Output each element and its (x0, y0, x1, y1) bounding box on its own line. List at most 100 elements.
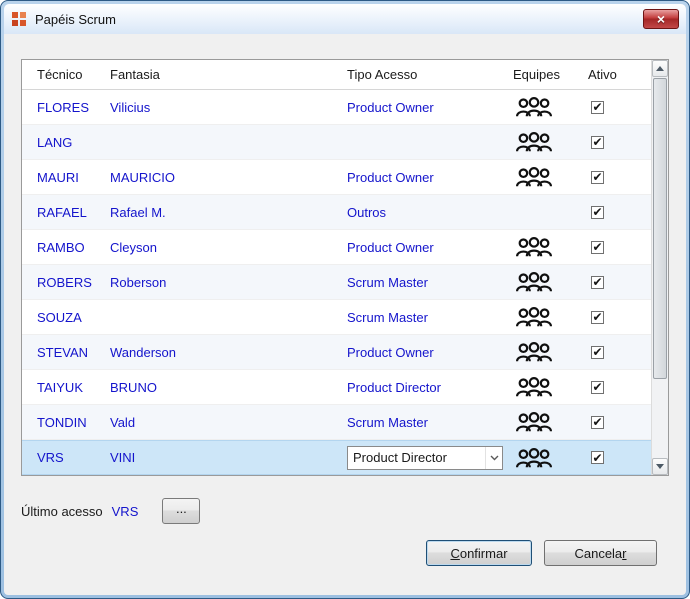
team-icon[interactable] (515, 236, 553, 258)
team-icon[interactable] (515, 166, 553, 188)
team-icon[interactable] (515, 131, 553, 153)
scrollbar-track[interactable] (652, 77, 668, 458)
ativo-checkbox[interactable]: ✔ (591, 241, 604, 254)
cell-equipes (507, 131, 585, 153)
cell-tipo-acesso: Scrum Master (347, 415, 507, 430)
cell-tecnico: MAURI (22, 170, 110, 185)
cell-tecnico: VRS (22, 450, 110, 465)
column-header-ativo[interactable]: Ativo (585, 67, 651, 82)
vertical-scrollbar[interactable] (651, 60, 668, 475)
cell-tipo-acesso: Product Owner (347, 240, 507, 255)
ativo-checkbox[interactable]: ✔ (591, 101, 604, 114)
team-icon[interactable] (515, 306, 553, 328)
ativo-checkbox[interactable]: ✔ (591, 346, 604, 359)
cell-equipes (507, 96, 585, 118)
team-icon[interactable] (515, 411, 553, 433)
cell-tecnico: RAMBO (22, 240, 110, 255)
table-row[interactable]: STEVAN Wanderson Product Owner ✔ (22, 335, 651, 370)
ativo-checkbox[interactable]: ✔ (591, 206, 604, 219)
cell-tipo-acesso: Scrum Master (347, 275, 507, 290)
ativo-checkbox[interactable]: ✔ (591, 451, 604, 464)
table-row[interactable]: RAMBO Cleyson Product Owner ✔ (22, 230, 651, 265)
cell-tecnico: STEVAN (22, 345, 110, 360)
cell-ativo: ✔ (585, 451, 651, 464)
table-row[interactable]: SOUZA Scrum Master ✔ (22, 300, 651, 335)
team-icon[interactable] (515, 271, 553, 293)
last-access-label: Último acesso (21, 504, 103, 519)
cell-fantasia: VINI (110, 450, 347, 465)
column-header-tecnico[interactable]: Técnico (22, 67, 110, 82)
cell-tecnico: RAFAEL (22, 205, 110, 220)
window-title: Papéis Scrum (35, 12, 116, 27)
cell-tecnico: TAIYUK (22, 380, 110, 395)
cell-tecnico: FLORES (22, 100, 110, 115)
cell-ativo: ✔ (585, 346, 651, 359)
cell-equipes (507, 376, 585, 398)
scroll-down-button[interactable] (652, 458, 668, 475)
dialog-content: Técnico Fantasia Tipo Acesso Equipes Ati… (4, 34, 686, 595)
cancel-button[interactable]: Cancelar (544, 540, 657, 566)
tipo-acesso-combobox[interactable]: Product Director (347, 446, 503, 470)
cell-tipo-acesso: Scrum Master (347, 310, 507, 325)
ativo-checkbox[interactable]: ✔ (591, 171, 604, 184)
cell-tipo-acesso: Product Director (347, 380, 507, 395)
ativo-checkbox[interactable]: ✔ (591, 416, 604, 429)
ativo-checkbox[interactable]: ✔ (591, 381, 604, 394)
cell-fantasia: BRUNO (110, 380, 347, 395)
table-row[interactable]: ROBERS Roberson Scrum Master ✔ (22, 265, 651, 300)
arrow-down-icon (656, 464, 664, 469)
cell-fantasia: Rafael M. (110, 205, 347, 220)
cell-ativo: ✔ (585, 206, 651, 219)
table-row[interactable]: VRS VINI Product Director ✔ (22, 440, 651, 475)
cell-fantasia: Vilicius (110, 100, 347, 115)
team-icon[interactable] (515, 376, 553, 398)
table-row[interactable]: LANG ✔ (22, 125, 651, 160)
ativo-checkbox[interactable]: ✔ (591, 136, 604, 149)
close-button[interactable]: × (643, 9, 679, 29)
cell-ativo: ✔ (585, 381, 651, 394)
team-icon[interactable] (515, 447, 553, 469)
cell-tipo-acesso: Product Director (347, 446, 507, 470)
last-access-value: VRS (112, 504, 139, 519)
close-icon: × (657, 12, 665, 26)
app-icon (11, 11, 27, 27)
table-row[interactable]: RAFAEL Rafael M. Outros ✔ (22, 195, 651, 230)
column-header-fantasia[interactable]: Fantasia (110, 67, 347, 82)
scroll-up-button[interactable] (652, 60, 668, 77)
confirm-button[interactable]: Confirmar (426, 540, 532, 566)
cell-equipes (507, 271, 585, 293)
title-bar[interactable]: Papéis Scrum × (4, 4, 686, 34)
scrollbar-thumb[interactable] (653, 78, 667, 379)
column-header-equipes[interactable]: Equipes (507, 67, 585, 82)
table-row[interactable]: TAIYUK BRUNO Product Director ✔ (22, 370, 651, 405)
arrow-up-icon (656, 66, 664, 71)
team-icon[interactable] (515, 96, 553, 118)
cell-ativo: ✔ (585, 241, 651, 254)
cell-equipes (507, 411, 585, 433)
cell-ativo: ✔ (585, 136, 651, 149)
cell-ativo: ✔ (585, 101, 651, 114)
roles-table: Técnico Fantasia Tipo Acesso Equipes Ati… (21, 59, 669, 476)
table-header: Técnico Fantasia Tipo Acesso Equipes Ati… (22, 60, 651, 90)
table-row[interactable]: MAURI MAURICIO Product Owner ✔ (22, 160, 651, 195)
cell-fantasia: Vald (110, 415, 347, 430)
last-access-row: Último acesso VRS ... (21, 498, 669, 524)
ativo-checkbox[interactable]: ✔ (591, 311, 604, 324)
table-row[interactable]: FLORES Vilicius Product Owner ✔ (22, 90, 651, 125)
cell-ativo: ✔ (585, 416, 651, 429)
cell-fantasia: Cleyson (110, 240, 347, 255)
table-body: FLORES Vilicius Product Owner ✔ LANG ✔ M… (22, 90, 651, 475)
table-row[interactable]: TONDIN Vald Scrum Master ✔ (22, 405, 651, 440)
combo-value: Product Director (348, 450, 485, 465)
cell-equipes (507, 166, 585, 188)
team-icon[interactable] (515, 341, 553, 363)
cell-ativo: ✔ (585, 311, 651, 324)
cell-fantasia: Wanderson (110, 345, 347, 360)
cell-tipo-acesso: Product Owner (347, 100, 507, 115)
ativo-checkbox[interactable]: ✔ (591, 276, 604, 289)
cell-tecnico: SOUZA (22, 310, 110, 325)
cell-equipes (507, 306, 585, 328)
cell-tipo-acesso: Outros (347, 205, 507, 220)
column-header-tipo-acesso[interactable]: Tipo Acesso (347, 67, 507, 82)
browse-button[interactable]: ... (162, 498, 200, 524)
